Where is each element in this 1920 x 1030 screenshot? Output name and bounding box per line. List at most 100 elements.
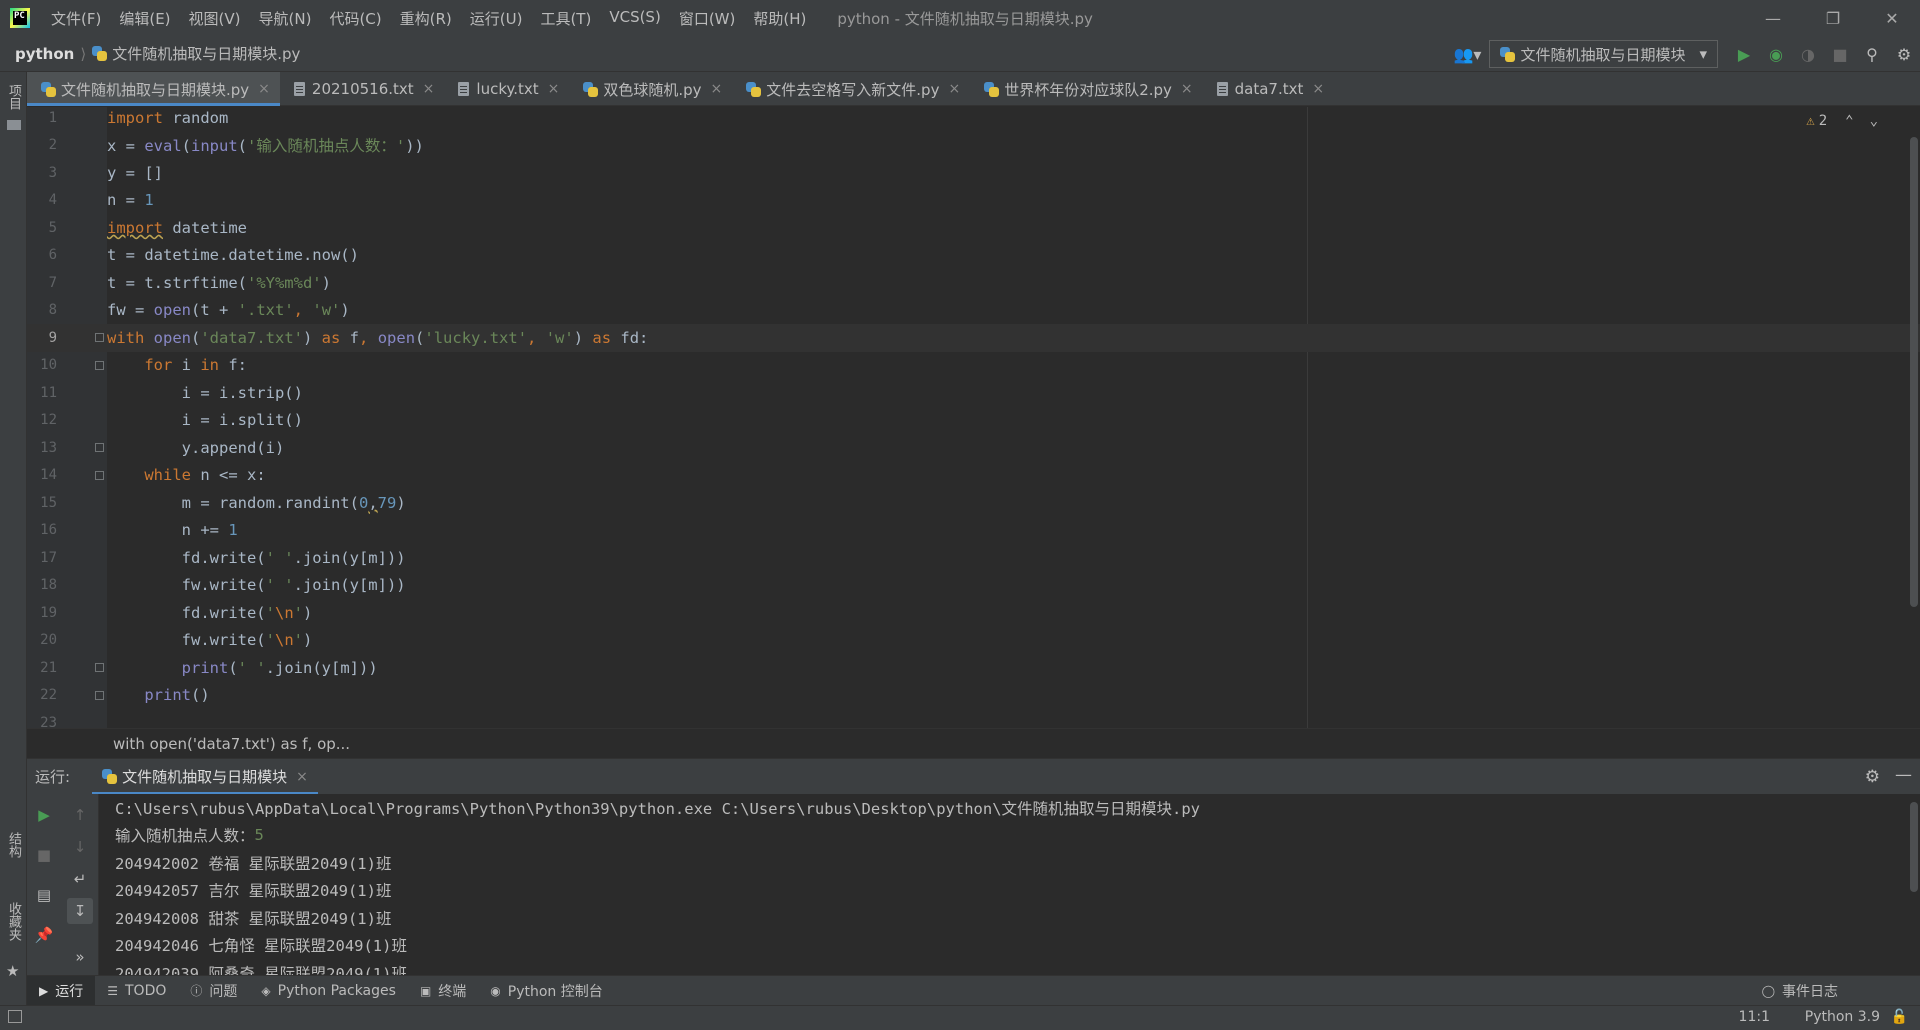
- editor-scrollbar[interactable]: [1910, 137, 1918, 607]
- layout-icon[interactable]: ▤: [31, 882, 57, 908]
- arrow-up-icon[interactable]: ↑: [67, 802, 93, 828]
- rerun-icon[interactable]: ▶: [31, 802, 57, 828]
- toggle-tool-windows-icon[interactable]: [8, 1010, 22, 1023]
- more-icon[interactable]: »: [67, 944, 93, 970]
- editor-tab[interactable]: 文件去空格写入新文件.py ×: [732, 72, 970, 106]
- python-interpreter[interactable]: Python 3.9: [1805, 1009, 1880, 1025]
- code-editor[interactable]: 1 import random 2 x = eval(input('输入随机抽点人数：…: [27, 107, 1920, 728]
- editor-tab[interactable]: lucky.txt ×: [444, 72, 569, 106]
- coverage-icon[interactable]: ◑: [1792, 40, 1824, 68]
- code-line[interactable]: 22 print(): [27, 682, 1920, 710]
- lock-icon[interactable]: 🔓: [1891, 1009, 1908, 1025]
- close-icon[interactable]: ×: [1312, 81, 1324, 97]
- menu-item[interactable]: 文件(F): [42, 8, 110, 29]
- editor-tab[interactable]: data7.txt ×: [1203, 72, 1334, 106]
- menu-item[interactable]: VCS(S): [600, 8, 669, 29]
- menu-item[interactable]: 帮助(H): [744, 8, 815, 29]
- code-line[interactable]: 12 i = i.split(): [27, 407, 1920, 435]
- menu-item[interactable]: 运行(U): [461, 8, 532, 29]
- code-line[interactable]: 4 n = 1: [27, 187, 1920, 215]
- close-icon[interactable]: ×: [948, 81, 960, 97]
- code-line[interactable]: 19 fd.write('\n'): [27, 599, 1920, 627]
- code-line[interactable]: 23: [27, 709, 1920, 728]
- fold-marker-icon[interactable]: [95, 443, 104, 452]
- tool-window-button[interactable]: ▣ 终端: [408, 976, 478, 1006]
- run-configuration-select[interactable]: 文件随机抽取与日期模块 ▾: [1489, 40, 1718, 68]
- run-tab[interactable]: 文件随机抽取与日期模块 ×: [92, 759, 318, 795]
- close-icon[interactable]: ×: [1181, 81, 1193, 97]
- breadcrumb-project[interactable]: python: [15, 45, 74, 63]
- tool-window-button[interactable]: ⓘ 问题: [178, 976, 249, 1006]
- structure-tool-button[interactable]: 结构: [4, 832, 23, 858]
- hide-panel-icon[interactable]: —: [1895, 765, 1912, 785]
- menu-item[interactable]: 重构(R): [391, 8, 461, 29]
- code-line[interactable]: 16 n += 1: [27, 517, 1920, 545]
- settings-gear-icon[interactable]: ⚙: [1888, 40, 1920, 68]
- code-line[interactable]: 3 y = []: [27, 159, 1920, 187]
- fold-marker-icon[interactable]: [95, 360, 104, 370]
- close-icon[interactable]: ×: [711, 81, 723, 97]
- close-window-icon[interactable]: ✕: [1864, 0, 1920, 36]
- tool-window-button[interactable]: ▶ 运行: [27, 975, 96, 1006]
- fold-marker-icon[interactable]: [95, 690, 104, 700]
- run-icon[interactable]: ▶: [1728, 40, 1760, 68]
- account-icon[interactable]: 👥▾: [1445, 40, 1489, 68]
- console-scrollbar[interactable]: [1910, 802, 1918, 892]
- debug-icon[interactable]: ◉: [1760, 40, 1792, 68]
- menu-item[interactable]: 视图(V): [180, 8, 250, 29]
- menu-item[interactable]: 编辑(E): [110, 8, 179, 29]
- scroll-to-end-icon[interactable]: ↧: [67, 898, 93, 924]
- search-icon[interactable]: ⚲: [1856, 40, 1888, 68]
- close-icon[interactable]: ×: [296, 769, 308, 785]
- fold-marker-icon[interactable]: [95, 663, 104, 672]
- tool-window-button[interactable]: ☰ TODO: [95, 976, 178, 1006]
- menu-item[interactable]: 窗口(W): [670, 8, 745, 29]
- arrow-down-icon[interactable]: ↓: [67, 834, 93, 860]
- project-tool-button[interactable]: 项目: [4, 84, 23, 110]
- close-icon[interactable]: ×: [548, 81, 560, 97]
- editor-tab[interactable]: 双色球随机.py ×: [569, 72, 732, 106]
- event-log-button[interactable]: ◯ 事件日志: [1750, 976, 1850, 1006]
- editor-tab[interactable]: 20210516.txt ×: [280, 72, 445, 106]
- code-line[interactable]: 5 import datetime: [27, 214, 1920, 242]
- editor-breadcrumb[interactable]: with open('data7.txt') as f, op...: [27, 728, 1920, 758]
- code-line[interactable]: 6 t = datetime.datetime.now(): [27, 242, 1920, 270]
- code-line[interactable]: 8 fw = open(t + '.txt', 'w'): [27, 297, 1920, 325]
- editor-tab[interactable]: 文件随机抽取与日期模块.py ×: [27, 72, 280, 106]
- menu-item[interactable]: 代码(C): [320, 8, 390, 29]
- close-icon[interactable]: ×: [423, 81, 435, 97]
- chevron-up-icon[interactable]: ⌃: [1845, 113, 1853, 129]
- close-icon[interactable]: ×: [258, 81, 270, 97]
- code-line[interactable]: 18 fw.write(' '.join(y[m])): [27, 572, 1920, 600]
- menu-item[interactable]: 工具(T): [531, 8, 600, 29]
- minimize-icon[interactable]: —: [1745, 0, 1801, 36]
- soft-wrap-icon[interactable]: ↵: [67, 866, 93, 892]
- chevron-down-icon[interactable]: ⌄: [1870, 113, 1878, 129]
- stop-icon[interactable]: ■: [1824, 40, 1856, 68]
- settings-gear-icon[interactable]: ⚙: [1865, 767, 1880, 787]
- code-line[interactable]: 9 with open('data7.txt') as f, open('luck…: [27, 324, 1920, 352]
- code-line[interactable]: 20 fw.write('\n'): [27, 627, 1920, 655]
- code-line[interactable]: 21 print(' '.join(y[m])): [27, 654, 1920, 682]
- breadcrumb-file[interactable]: 文件随机抽取与日期模块.py: [92, 43, 300, 64]
- code-line[interactable]: 15 m = random.randint(0,79): [27, 489, 1920, 517]
- tool-window-button[interactable]: ◈ Python Packages: [249, 976, 408, 1006]
- code-line[interactable]: 13 y.append(i): [27, 434, 1920, 462]
- tool-window-button[interactable]: ◉ Python 控制台: [478, 976, 614, 1006]
- stop-icon[interactable]: ■: [31, 842, 57, 868]
- code-line[interactable]: 14 while n <= x:: [27, 462, 1920, 490]
- editor-tab[interactable]: 世界杯年份对应球队2.py ×: [970, 72, 1202, 106]
- code-line[interactable]: 10 for i in f:: [27, 352, 1920, 380]
- restore-icon[interactable]: ❐: [1805, 0, 1861, 36]
- code-line[interactable]: 2 x = eval(input('输入随机抽点人数：')): [27, 132, 1920, 160]
- code-line[interactable]: 17 fd.write(' '.join(y[m])): [27, 544, 1920, 572]
- menu-item[interactable]: 导航(N): [250, 8, 321, 29]
- favorites-tool-button[interactable]: 收藏夹: [4, 902, 23, 941]
- code-line[interactable]: 1 import random: [27, 107, 1920, 132]
- run-console[interactable]: C:\Users\rubus\AppData\Local\Programs\Py…: [99, 794, 1920, 975]
- inspection-widget[interactable]: ⚠ 2 ⌃ ⌄: [1806, 113, 1878, 129]
- fold-marker-icon[interactable]: [95, 333, 104, 342]
- caret-position[interactable]: 11:1: [1739, 1009, 1770, 1025]
- pin-icon[interactable]: 📌: [31, 922, 57, 948]
- fold-marker-icon[interactable]: [95, 470, 104, 480]
